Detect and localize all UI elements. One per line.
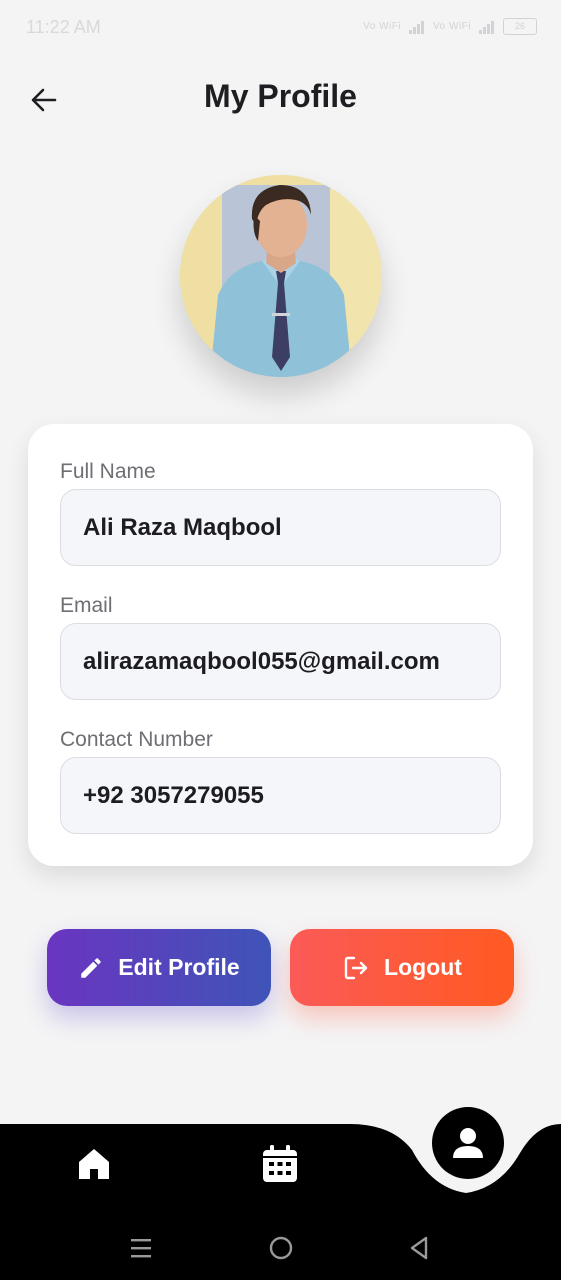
nav-profile[interactable] — [432, 1107, 504, 1179]
email-value: alirazamaqbool055@gmail.com — [83, 647, 440, 675]
page-title: My Profile — [204, 78, 357, 114]
status-time: 11:22 AM — [26, 17, 101, 37]
profile-card: Full Name Ali Raza Maqbool Email aliraza… — [28, 424, 533, 866]
full-name-field[interactable]: Ali Raza Maqbool — [60, 489, 501, 566]
logout-label: Logout — [384, 954, 462, 980]
back-system-button[interactable] — [398, 1228, 440, 1268]
wifi-calling-icon-2: Vo WiFi — [433, 21, 471, 32]
avatar[interactable] — [180, 175, 382, 377]
home-icon — [79, 1149, 109, 1179]
nav-home[interactable] — [68, 1140, 120, 1188]
status-bar: 11:22 AM Vo WiFi Vo WiFi 26 — [0, 0, 561, 56]
menu-icon — [131, 1239, 151, 1258]
circle-icon — [269, 1236, 293, 1260]
signal-icon-2 — [479, 20, 494, 34]
contact-number-label: Contact Number — [60, 728, 213, 751]
wifi-calling-icon: Vo WiFi — [363, 21, 402, 32]
email-label: Email — [60, 594, 113, 617]
contact-number-field[interactable]: +92 3057279055 — [60, 757, 501, 834]
status-icons: Vo WiFi Vo WiFi 26 — [363, 18, 537, 35]
contact-number-value: +92 3057279055 — [83, 781, 264, 809]
logout-button[interactable]: Logout — [290, 929, 514, 1006]
arrow-left-icon — [31, 88, 57, 112]
logout-icon — [344, 956, 368, 979]
full-name-label: Full Name — [60, 460, 156, 483]
triangle-back-icon — [410, 1236, 428, 1260]
calendar-icon — [263, 1145, 297, 1182]
pencil-icon — [81, 957, 102, 978]
nav-calendar[interactable] — [254, 1140, 306, 1188]
signal-icon — [409, 20, 425, 34]
home-system-button[interactable] — [260, 1228, 302, 1268]
profile-icon — [453, 1128, 483, 1158]
battery-icon: 26 — [503, 18, 537, 35]
email-field[interactable]: alirazamaqbool055@gmail.com — [60, 623, 501, 700]
profile-photo — [180, 175, 382, 377]
edit-profile-button[interactable]: Edit Profile — [47, 929, 271, 1006]
full-name-value: Ali Raza Maqbool — [83, 513, 282, 541]
profile-screen: 11:22 AM Vo WiFi Vo WiFi 26 My Profile F… — [0, 0, 561, 1280]
edit-profile-label: Edit Profile — [118, 954, 240, 980]
recent-apps-button[interactable] — [120, 1228, 162, 1268]
back-button[interactable] — [24, 80, 64, 120]
